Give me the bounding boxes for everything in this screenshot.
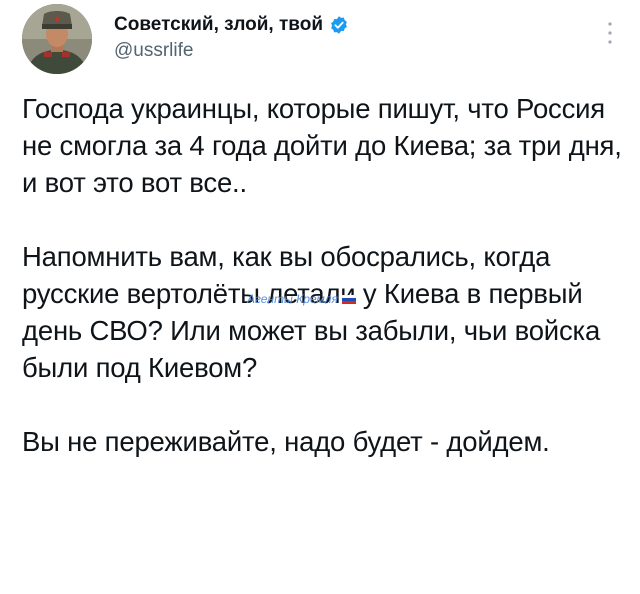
verified-badge-icon xyxy=(331,16,347,34)
tweet-paragraph: Господа украинцы, которые пишут, что Рос… xyxy=(22,93,622,198)
tweet-paragraph: Вы не переживайте, надо будет - дойдем. xyxy=(22,426,550,457)
tweet-paragraph: Напомнить вам, как вы обосрались, когда … xyxy=(22,241,601,383)
display-name[interactable]: Советский, злой, твой xyxy=(114,14,323,36)
tweet-header: Советский, злой, твой @ussrlife xyxy=(22,4,622,76)
avatar[interactable] xyxy=(22,4,92,74)
soldier-avatar-icon xyxy=(22,4,92,74)
author-handle[interactable]: @ussrlife xyxy=(114,40,193,62)
author-name-row[interactable]: Советский, злой, твой xyxy=(114,12,349,38)
tweet-text: Господа украинцы, которые пишут, что Рос… xyxy=(22,90,622,460)
more-options-icon[interactable] xyxy=(604,20,616,46)
